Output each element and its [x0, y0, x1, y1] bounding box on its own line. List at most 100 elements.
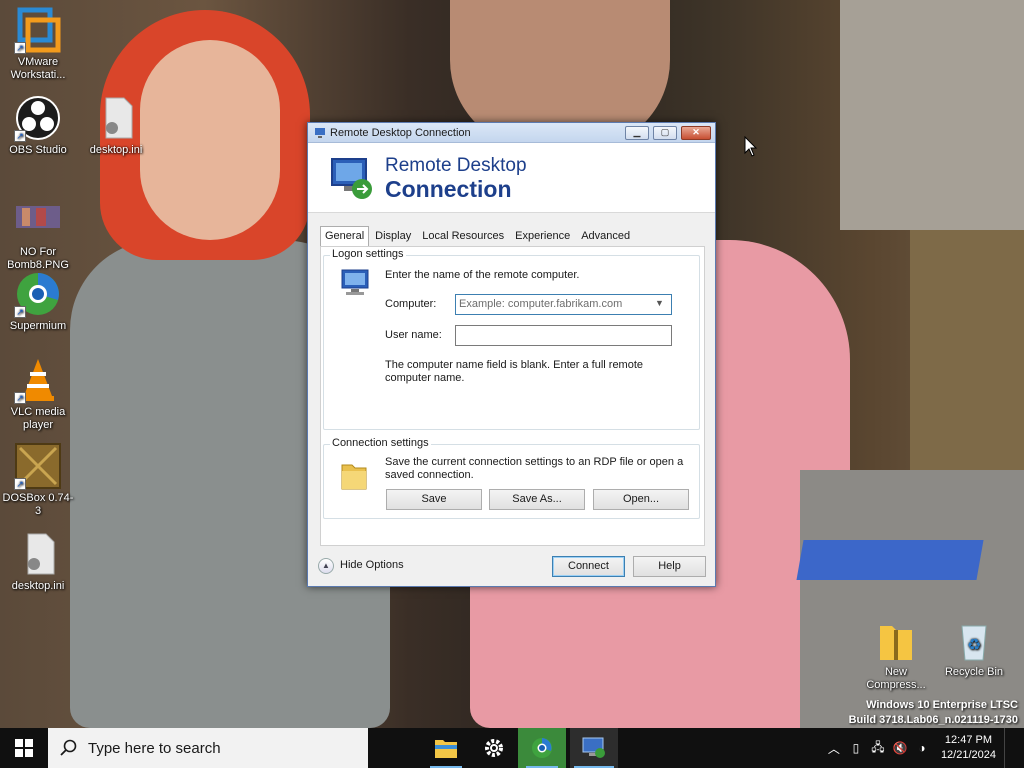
wallpaper-shape — [796, 540, 984, 580]
tab-display[interactable]: Display — [370, 226, 416, 246]
dialog-titlebar[interactable]: Remote Desktop Connection ▁ ▢ ✕ — [308, 123, 715, 143]
desktop-icon-dosbox[interactable]: ↗ DOSBox 0.74-3 — [0, 442, 76, 518]
desktop-icon-label: NO For Bomb8.PNG — [7, 246, 69, 271]
logon-instruction: Enter the name of the remote computer. — [385, 269, 580, 281]
supermium-icon: ↗ — [14, 270, 62, 318]
supermium-icon — [532, 738, 552, 758]
search-placeholder: Type here to search — [88, 739, 221, 757]
dosbox-icon: ↗ — [14, 442, 62, 490]
system-tray: ︿ ▯ 🖧 🔇 ◑ 12:47 PM 12/21/2024 — [823, 728, 1024, 768]
computer-label: Computer: — [385, 298, 437, 310]
desktop-icon-vlc[interactable]: ↗ VLC media player — [0, 356, 76, 432]
desktop-icon-recycle-bin[interactable]: ♻ Recycle Bin — [936, 616, 1012, 679]
tab-general[interactable]: General — [320, 226, 370, 247]
connection-description: Save the current connection settings to … — [385, 456, 684, 481]
settings-file-icon — [92, 94, 140, 142]
wallpaper-shape — [140, 40, 280, 240]
desktop-icon-label: DOSBox 0.74-3 — [2, 492, 74, 517]
watermark-line2: Build 3718.Lab06_n.021119-1730 — [848, 714, 1018, 726]
chevron-down-icon[interactable]: ▼ — [655, 298, 667, 310]
desktop-icon-label: Recycle Bin — [944, 666, 1004, 678]
hide-options-link[interactable]: Hide Options — [340, 559, 404, 571]
image-file-icon — [14, 196, 62, 244]
remote-desktop-logo-icon — [331, 158, 372, 199]
open-button[interactable]: Open... — [593, 489, 689, 510]
network-icon[interactable]: 🖧 — [867, 728, 889, 768]
maximize-button[interactable]: ▢ — [653, 125, 677, 140]
tab-advanced[interactable]: Advanced — [576, 226, 635, 246]
header-title-line2: Connection — [385, 176, 512, 202]
taskbar-file-explorer[interactable] — [422, 728, 470, 768]
remote-desktop-icon — [315, 127, 325, 138]
username-label: User name: — [385, 329, 442, 341]
taskbar-remote-desktop[interactable] — [570, 728, 618, 768]
file-explorer-icon — [435, 740, 457, 758]
desktop-icon-zip[interactable]: New Compress... — [858, 616, 934, 692]
recycle-bin-icon: ♻ — [950, 616, 998, 664]
taskbar-search-box[interactable]: Type here to search — [48, 728, 368, 768]
svg-text:♻: ♻ — [967, 635, 981, 654]
taskbar-clock[interactable]: 12:47 PM 12/21/2024 — [933, 733, 1004, 763]
vlc-icon: ↗ — [14, 356, 62, 404]
wallpaper-shape — [840, 0, 1024, 230]
mouse-pointer-icon — [744, 136, 758, 157]
save-button[interactable]: Save — [386, 489, 482, 510]
taskbar-settings[interactable] — [470, 728, 518, 768]
desktop-icon-supermium[interactable]: ↗ Supermium — [0, 270, 76, 333]
desktop-icon-obs[interactable]: ↗ OBS Studio — [0, 94, 76, 157]
obs-icon: ↗ — [14, 94, 62, 142]
windows-build-watermark: Windows 10 Enterprise LTSC Build 3718.La… — [849, 698, 1018, 728]
save-as-button[interactable]: Save As... — [489, 489, 585, 510]
desktop-icon-desktop-ini-2[interactable]: desktop.ini — [0, 530, 76, 593]
volume-muted-icon[interactable]: 🔇 — [889, 728, 911, 768]
folder-icon — [341, 464, 367, 490]
clock-date: 12/21/2024 — [940, 749, 996, 761]
tab-experience[interactable]: Experience — [510, 226, 575, 246]
tab-local-resources[interactable]: Local Resources — [417, 226, 509, 246]
search-icon — [60, 739, 77, 756]
chevron-up-icon[interactable]: ︿ — [823, 728, 845, 768]
tab-strip: General Display Local Resources Experien… — [320, 226, 636, 247]
taskbar: Type here to search ︿ ▯ 🖧 🔇 ◑ 12:47 PM 1… — [0, 728, 1024, 768]
watermark-line1: Windows 10 Enterprise LTSC — [866, 699, 1018, 711]
dialog-title: Remote Desktop Connection — [330, 126, 471, 139]
dialog-footer: ▲ Hide Options Connect Help — [308, 548, 715, 586]
chevron-up-icon[interactable]: ▲ — [318, 558, 334, 574]
desktop-icon-label: VLC media player — [10, 406, 66, 431]
desktop-icon-label: New Compress... — [866, 666, 926, 691]
desktop-icon-label: VMware Workstati... — [10, 56, 66, 81]
connect-button[interactable]: Connect — [552, 556, 625, 577]
connection-settings-title: Connection settings — [330, 437, 431, 449]
username-field[interactable] — [455, 325, 672, 346]
minimize-button[interactable]: ▁ — [625, 125, 649, 140]
desktop-icon-label: desktop.ini — [11, 580, 65, 592]
settings-file-icon — [14, 530, 62, 578]
desktop-icon-label: desktop.ini — [89, 144, 143, 156]
help-button[interactable]: Help — [633, 556, 706, 577]
clock-time: 12:47 PM — [944, 734, 993, 746]
close-button[interactable]: ✕ — [681, 125, 711, 140]
usb-device-icon[interactable]: ▯ — [845, 728, 867, 768]
desktop-icon-label: OBS Studio — [9, 144, 67, 156]
desktop-icon-png[interactable]: NO For Bomb8.PNG — [0, 196, 76, 272]
tray-app-icon[interactable]: ◑ — [911, 728, 933, 768]
logon-settings-group: Logon settings Enter the name of the rem… — [323, 248, 700, 430]
desktop-icon-desktop-ini[interactable]: desktop.ini — [78, 94, 154, 157]
start-button[interactable] — [0, 728, 48, 768]
zip-folder-icon — [872, 616, 920, 664]
logon-settings-title: Logon settings — [330, 248, 406, 260]
computer-icon — [341, 269, 369, 295]
desktop-icon-vmware[interactable]: ↗ VMware Workstati... — [0, 6, 76, 82]
computer-placeholder: Example: computer.fabrikam.com — [459, 298, 623, 310]
taskbar-supermium[interactable] — [518, 728, 566, 768]
header-title-line1: Remote Desktop — [385, 155, 527, 176]
desktop-icon-label: Supermium — [9, 320, 67, 332]
connection-settings-group: Connection settings Save the current con… — [323, 437, 700, 519]
remote-desktop-dialog: Remote Desktop Connection ▁ ▢ ✕ Remote D… — [307, 122, 716, 587]
computer-combobox[interactable]: Example: computer.fabrikam.com ▼ — [455, 294, 672, 315]
settings-gear-icon — [485, 739, 503, 757]
remote-desktop-icon — [582, 737, 605, 758]
show-desktop-button[interactable] — [1004, 728, 1024, 768]
blank-computer-warning: The computer name field is blank. Enter … — [385, 359, 644, 384]
general-tab-panel: Logon settings Enter the name of the rem… — [320, 246, 705, 546]
